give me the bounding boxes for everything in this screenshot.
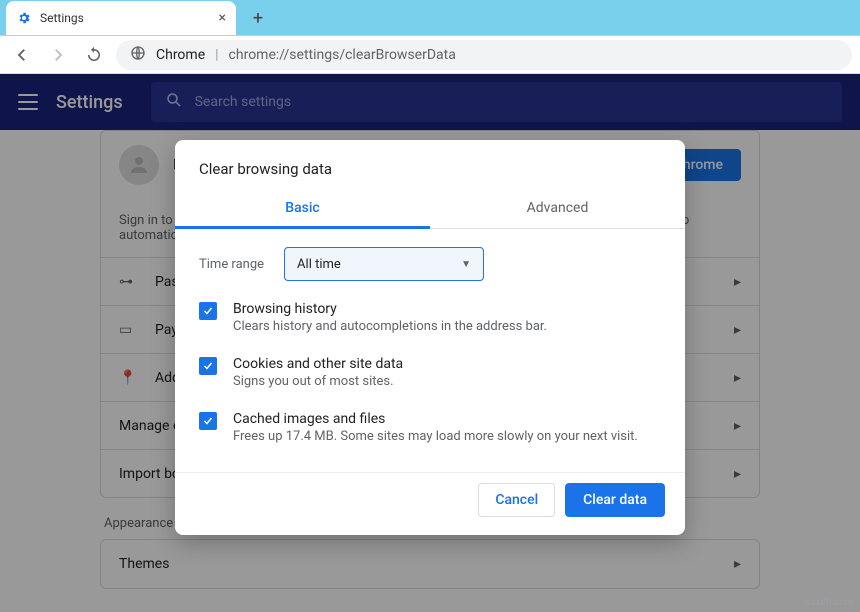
checkbox-cache[interactable] [199,412,217,430]
back-button[interactable] [8,41,36,69]
chevron-down-icon: ▼ [461,259,471,270]
browser-tab[interactable]: Settings × [6,1,236,35]
browser-toolbar: Chrome | chrome://settings/clearBrowserD… [0,36,860,74]
tab-basic[interactable]: Basic [175,188,430,228]
option-cache[interactable]: Cached images and filesFrees up 17.4 MB.… [199,411,661,444]
omnibox-separator: | [215,47,218,63]
omnibox-site: Chrome [156,47,205,63]
gear-icon [16,10,32,26]
omnibox-path: chrome://settings/clearBrowserData [229,47,456,63]
reload-button[interactable] [80,41,108,69]
dialog-tabs: Basic Advanced [175,188,685,229]
option-cookies[interactable]: Cookies and other site dataSigns you out… [199,356,661,389]
tab-strip: Settings × + [0,0,860,36]
cancel-button[interactable]: Cancel [478,483,555,517]
address-bar[interactable]: Chrome | chrome://settings/clearBrowserD… [116,40,852,70]
time-range-select[interactable]: All time ▼ [284,247,484,281]
dialog-title: Clear browsing data [175,140,685,188]
clear-browsing-data-dialog: Clear browsing data Basic Advanced Time … [175,140,685,535]
tab-advanced[interactable]: Advanced [430,188,685,228]
forward-button[interactable] [44,41,72,69]
checkbox-browsing-history[interactable] [199,302,217,320]
tab-title: Settings [40,11,84,25]
time-range-label: Time range [199,257,264,272]
close-icon[interactable]: × [219,10,226,26]
new-tab-button[interactable]: + [244,4,272,32]
watermark: wsxdn.com [803,597,854,608]
option-browsing-history[interactable]: Browsing historyClears history and autoc… [199,301,661,334]
checkbox-cookies[interactable] [199,357,217,375]
globe-icon [130,45,146,65]
clear-data-button[interactable]: Clear data [565,483,665,517]
time-range-value: All time [297,257,341,272]
